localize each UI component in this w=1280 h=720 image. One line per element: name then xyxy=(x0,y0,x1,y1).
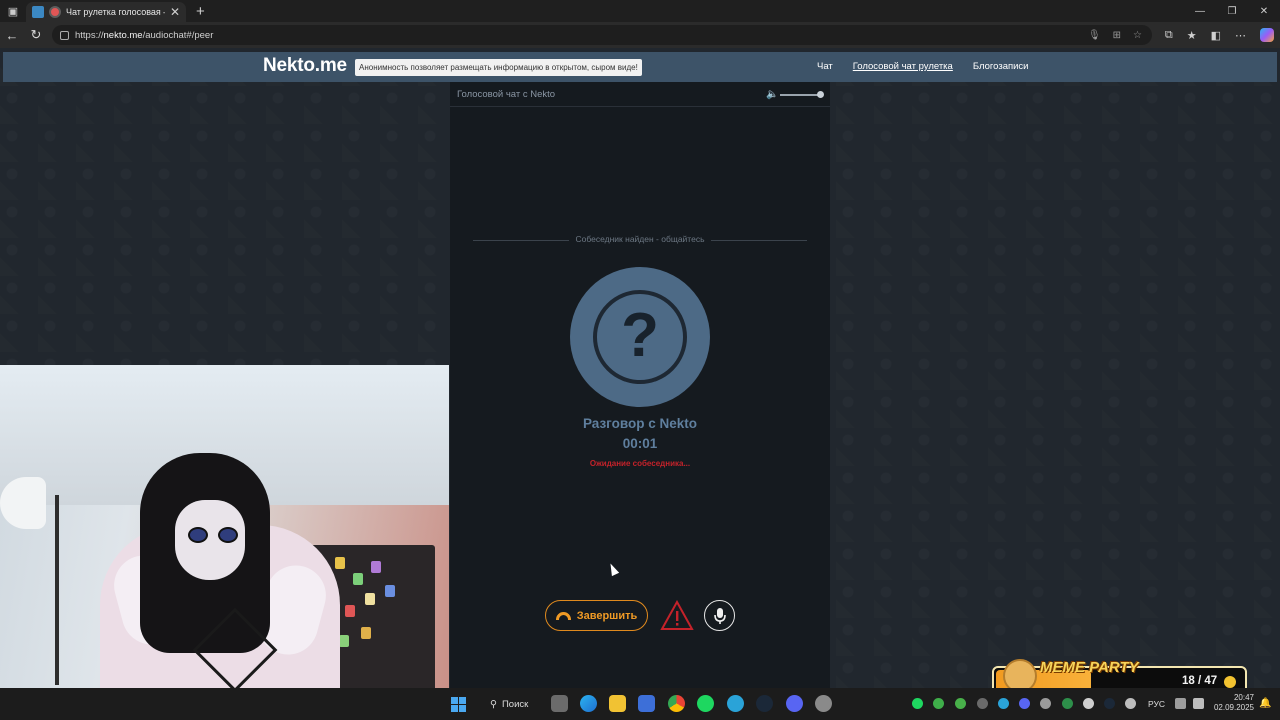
status-line: Собеседник найден - общайтесь xyxy=(450,234,830,244)
site-slogan: Анонимность позволяет размещать информац… xyxy=(355,59,642,76)
workspace-icon xyxy=(32,6,44,18)
copilot-icon[interactable] xyxy=(1260,28,1274,42)
site-menu: Чат Голосовой чат рулетка Блогозаписи xyxy=(817,61,1029,72)
clock-date: 02.09.2025 xyxy=(1213,703,1254,712)
taskbar-search-label: Поиск xyxy=(501,698,529,710)
language-indicator[interactable]: РУС xyxy=(1148,699,1165,709)
network-icon[interactable] xyxy=(1175,698,1186,709)
tab-close-icon[interactable]: ✕ xyxy=(170,5,180,19)
maximize-icon[interactable]: ❐ xyxy=(1216,0,1248,22)
tray-spotify-icon[interactable] xyxy=(912,698,923,709)
tray-mic-icon[interactable] xyxy=(1125,698,1136,709)
report-warning-icon[interactable] xyxy=(660,600,694,631)
url-text: https://nekto.me/audiochat#/peer xyxy=(75,29,214,41)
browser-toolbar: ← ↻ https://nekto.me/audiochat#/peer 🎙 ⊞… xyxy=(0,22,1280,48)
window-controls: — ❐ ✕ xyxy=(1184,0,1280,22)
edge-icon[interactable] xyxy=(580,695,597,712)
tray-discord-icon[interactable] xyxy=(1019,698,1030,709)
tab-title: Чат рулетка голосовая — N xyxy=(66,7,165,17)
tray-app2-icon[interactable] xyxy=(1083,698,1094,709)
site-info-icon[interactable] xyxy=(60,30,69,40)
menu-item-blog[interactable]: Блогозаписи xyxy=(973,61,1029,72)
tray-arrow-icon[interactable] xyxy=(977,698,988,709)
conversation-title: Разговор с Nekto xyxy=(582,416,698,431)
webcam-eye-right xyxy=(218,527,238,543)
file-explorer-icon[interactable] xyxy=(609,695,626,712)
waiting-status: Ожидание собеседника... xyxy=(589,459,691,468)
address-bar[interactable]: https://nekto.me/audiochat#/peer 🎙 ⊞ ☆ xyxy=(52,25,1152,45)
favorites-icon[interactable]: ★ xyxy=(1187,29,1197,42)
search-icon: ⚲ xyxy=(490,698,497,710)
spotify-icon[interactable] xyxy=(697,695,714,712)
end-call-button[interactable]: Завершить xyxy=(545,600,648,631)
site-header: Nekto.me Анонимность позволяет размещать… xyxy=(3,52,1277,82)
recording-icon xyxy=(49,6,61,18)
close-window-icon[interactable]: ✕ xyxy=(1248,0,1280,22)
microphone-button[interactable] xyxy=(704,600,735,631)
end-call-label: Завершить xyxy=(576,609,638,622)
chrome-icon[interactable] xyxy=(668,695,685,712)
task-view-icon[interactable] xyxy=(551,695,568,712)
address-bar-actions: 🎙 ⊞ ☆ xyxy=(1088,25,1142,45)
meme-party-title: MEME PARTY xyxy=(1040,659,1139,676)
menu-item-chat[interactable]: Чат xyxy=(817,61,833,72)
webcam-eye-left xyxy=(188,527,208,543)
volume-slider-handle[interactable] xyxy=(817,91,824,98)
webcam-tripod xyxy=(55,495,59,685)
notification-bell-icon[interactable]: 🔔 xyxy=(1259,698,1271,709)
minimize-icon[interactable]: — xyxy=(1184,0,1216,22)
steam-icon[interactable] xyxy=(756,695,773,712)
windows-start-icon[interactable] xyxy=(451,697,466,712)
favorite-star-icon[interactable]: ☆ xyxy=(1133,30,1142,41)
microphone-icon xyxy=(713,607,726,624)
tab-actions-icon[interactable]: ▣ xyxy=(0,0,26,22)
question-mark-icon: ? xyxy=(621,301,659,370)
clock-time: 20:47 xyxy=(1233,693,1254,702)
coin-icon xyxy=(1224,676,1236,688)
webcam-lamp xyxy=(0,477,46,529)
tray-steam-icon[interactable] xyxy=(1104,698,1115,709)
extensions-icon[interactable]: ⧉ xyxy=(1165,29,1173,42)
volume-slider[interactable] xyxy=(780,94,822,96)
collections-icon[interactable]: ◧ xyxy=(1211,29,1221,42)
browser-tab[interactable]: Чат рулетка голосовая — N ✕ xyxy=(26,2,186,22)
meme-party-count: 18 / 47 xyxy=(1182,675,1218,687)
menu-dots-icon[interactable]: ⋯ xyxy=(1235,29,1246,42)
hang-up-icon xyxy=(555,611,571,620)
back-icon[interactable]: ← xyxy=(0,22,24,48)
webcam-overlay xyxy=(0,365,449,720)
browser-tab-bar: ▣ Чат рулетка голосовая — N ✕ + — ❐ ✕ xyxy=(0,0,1280,22)
tray-xbox-icon[interactable] xyxy=(933,698,944,709)
taskbar-search[interactable]: ⚲ Поиск xyxy=(481,693,541,715)
call-timer: 00:01 xyxy=(622,436,658,451)
app-icon[interactable] xyxy=(815,695,832,712)
discord-icon[interactable] xyxy=(786,695,803,712)
tray-steelseries-icon[interactable] xyxy=(1040,698,1051,709)
reload-icon[interactable]: ↻ xyxy=(24,22,48,48)
voice-chat-panel: Голосовой чат с Nekto 🔈 Собеседник найде… xyxy=(450,82,830,688)
site-logo[interactable]: Nekto.me xyxy=(263,55,347,77)
tray-telegram-icon[interactable] xyxy=(998,698,1009,709)
system-clock[interactable]: 20:47 02.09.2025 xyxy=(1210,693,1254,713)
browser-right-actions: ⧉ ★ ◧ ⋯ xyxy=(1165,22,1274,48)
menu-item-voice-roulette[interactable]: Голосовой чат рулетка xyxy=(853,61,953,72)
read-aloud-icon[interactable]: 🎙 xyxy=(1088,30,1101,41)
volume-icon[interactable]: 🔈 xyxy=(766,89,778,100)
chat-header-title: Голосовой чат с Nekto xyxy=(457,88,556,100)
telegram-icon[interactable] xyxy=(727,695,744,712)
store-icon[interactable] xyxy=(638,695,655,712)
apps-icon[interactable]: ⊞ xyxy=(1113,30,1121,41)
tray-vpn-icon[interactable] xyxy=(1062,698,1073,709)
tray-app-icon[interactable] xyxy=(955,698,966,709)
speaker-icon[interactable] xyxy=(1193,698,1204,709)
new-tab-button[interactable]: + xyxy=(186,3,215,20)
